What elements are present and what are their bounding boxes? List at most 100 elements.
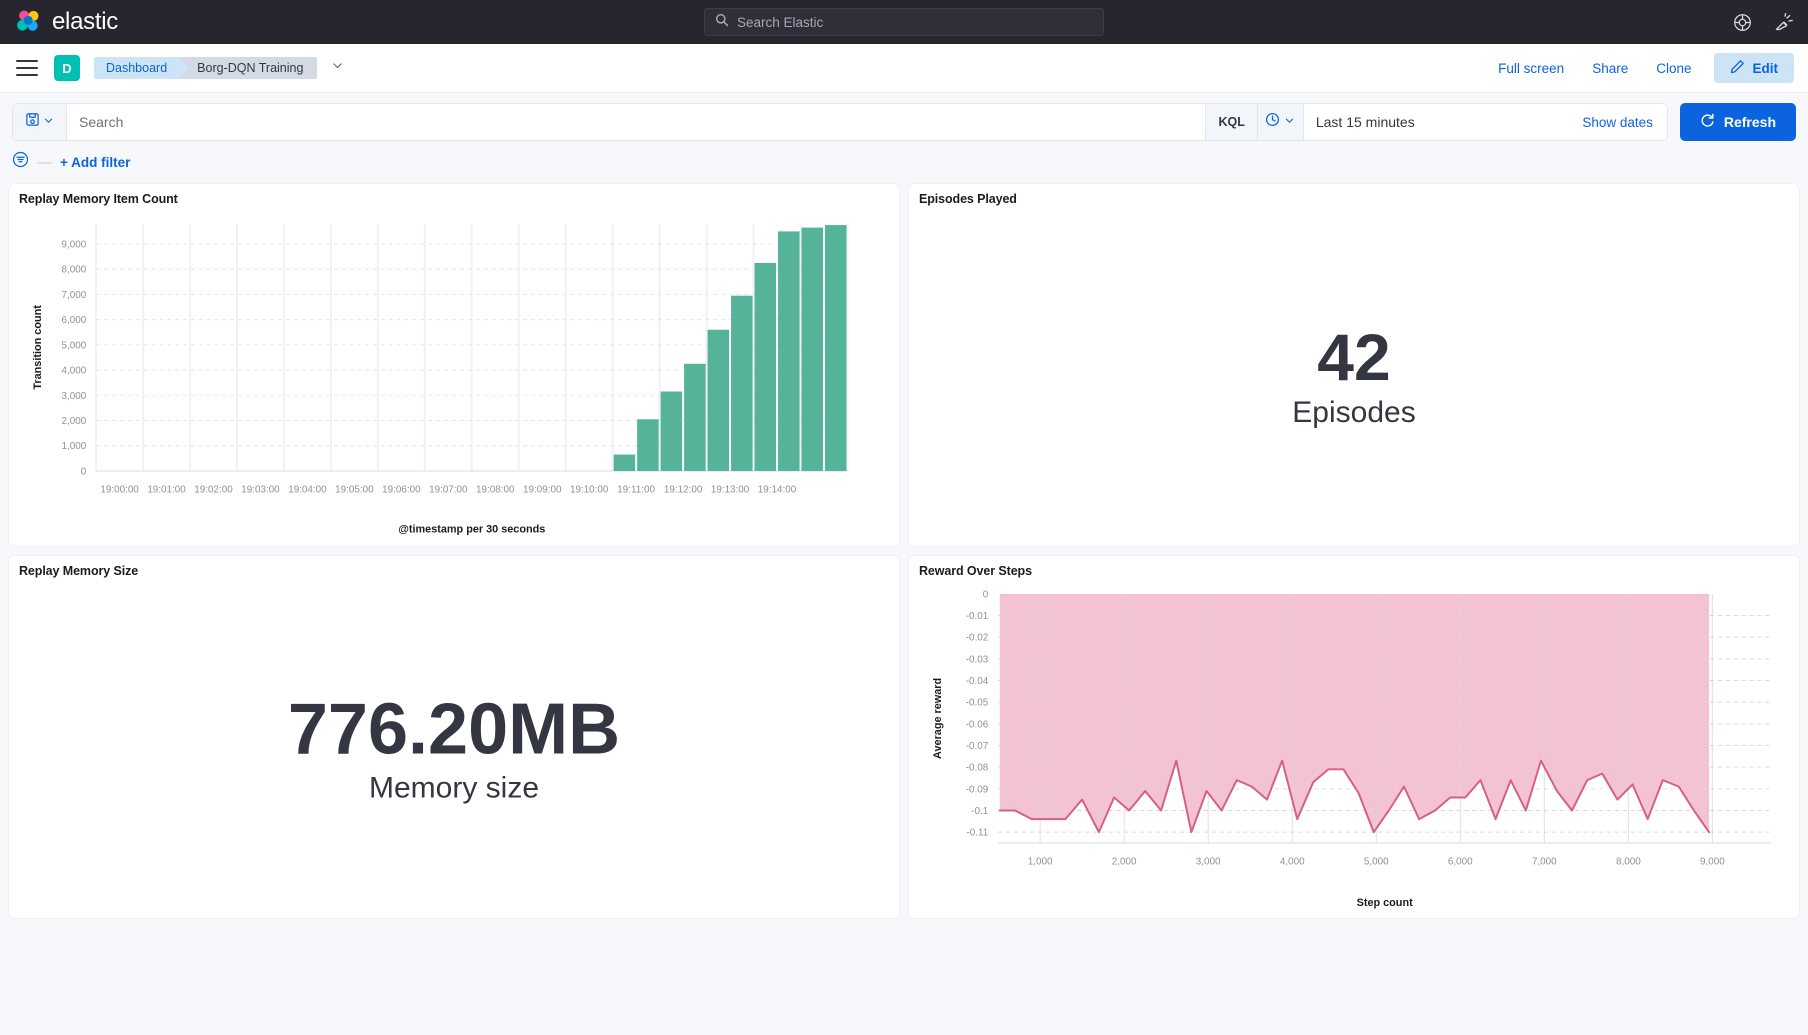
svg-text:-0.02: -0.02 — [966, 633, 989, 644]
svg-text:3,000: 3,000 — [1196, 857, 1221, 868]
clone-button[interactable]: Clone — [1642, 61, 1705, 76]
svg-text:-0.06: -0.06 — [966, 719, 989, 730]
chevron-down-icon[interactable] — [331, 59, 344, 77]
query-bar: KQL Last 15 minutes Show dates Refre — [0, 93, 1808, 141]
memory-size-metric-value: 776.20MB — [287, 689, 621, 770]
announcement-icon[interactable] — [1774, 12, 1794, 32]
svg-text:Step count: Step count — [1357, 897, 1413, 909]
svg-text:19:00:00: 19:00:00 — [100, 485, 139, 496]
memory-size-metric-label: Memory size — [368, 771, 540, 805]
breadcrumb-dashboard[interactable]: Dashboard — [94, 57, 189, 79]
svg-text:19:01:00: 19:01:00 — [147, 485, 186, 496]
svg-text:-0.05: -0.05 — [966, 698, 989, 709]
save-disk-icon — [25, 112, 40, 132]
svg-text:-0.01: -0.01 — [966, 611, 989, 622]
filter-icon[interactable] — [12, 151, 29, 173]
svg-text:-0.09: -0.09 — [966, 784, 989, 795]
panel-title: Episodes Played — [919, 192, 1017, 206]
svg-text:6,000: 6,000 — [1448, 857, 1473, 868]
svg-text:19:03:00: 19:03:00 — [241, 485, 280, 496]
svg-text:@timestamp per 30 seconds: @timestamp per 30 seconds — [398, 523, 545, 535]
query-language-badge[interactable]: KQL — [1205, 104, 1257, 140]
svg-text:-0.04: -0.04 — [966, 676, 989, 687]
global-search-input[interactable]: Search Elastic — [704, 8, 1104, 36]
svg-text:4,000: 4,000 — [62, 366, 87, 377]
svg-text:1,000: 1,000 — [62, 441, 87, 452]
brand-name-label: elastic — [52, 8, 118, 35]
elastic-brand[interactable]: elastic — [16, 8, 118, 36]
search-input[interactable] — [67, 114, 1206, 130]
panel-replay-memory-size: Replay Memory Size 776.20MB Memory size — [8, 555, 900, 919]
svg-text:-0.11: -0.11 — [966, 828, 988, 839]
search-icon — [715, 13, 729, 32]
panel-title: Replay Memory Size — [19, 564, 139, 578]
share-button[interactable]: Share — [1578, 61, 1642, 76]
date-chevron-down-icon — [1284, 113, 1295, 131]
breadcrumb-current[interactable]: Borg-DQN Training — [177, 57, 318, 79]
svg-text:19:10:00: 19:10:00 — [570, 485, 609, 496]
global-search-placeholder: Search Elastic — [737, 14, 824, 30]
panel-reward-over-steps: Reward Over Steps 0 -0.01 -0.02 -0.03 -0.04 -… — [908, 555, 1800, 919]
svg-text:5,000: 5,000 — [62, 340, 87, 351]
full-screen-button[interactable]: Full screen — [1484, 61, 1578, 76]
refresh-icon — [1700, 113, 1715, 131]
saved-query-button[interactable] — [13, 104, 67, 140]
refresh-button-label: Refresh — [1723, 114, 1776, 130]
breadcrumb-bar: D Dashboard Borg-DQN Training Full scree… — [0, 44, 1808, 93]
global-header: elastic Search Elastic — [0, 0, 1808, 44]
svg-text:19:06:00: 19:06:00 — [382, 485, 421, 496]
clock-icon — [1265, 112, 1280, 132]
dashboard-grid: Replay Memory Item Count 0 1,000 2,000 3,00… — [0, 181, 1808, 927]
edit-button-label: Edit — [1752, 60, 1779, 76]
refresh-button[interactable]: Refresh — [1679, 103, 1796, 141]
svg-text:-0.1: -0.1 — [971, 806, 989, 817]
episodes-metric-value: 42 — [1317, 320, 1391, 395]
date-range-value[interactable]: Last 15 minutes — [1304, 114, 1568, 130]
date-quick-select-button[interactable] — [1257, 104, 1304, 140]
svg-text:Transition count: Transition count — [32, 305, 44, 390]
add-filter-button[interactable]: + Add filter — [60, 155, 130, 170]
svg-text:19:12:00: 19:12:00 — [664, 485, 703, 496]
menu-toggle-button[interactable] — [16, 60, 38, 76]
svg-text:9,000: 9,000 — [62, 239, 87, 250]
svg-text:0: 0 — [983, 589, 989, 600]
svg-text:4,000: 4,000 — [1280, 857, 1305, 868]
reward-area-chart[interactable]: 0 -0.01 -0.02 -0.03 -0.04 -0.05 -0.06 -0.07 -0.0… — [919, 580, 1789, 916]
svg-text:1,000: 1,000 — [1028, 857, 1053, 868]
bar-chart[interactable]: 0 1,000 2,000 3,000 4,000 5,000 6,000 7,000 8,00… — [19, 208, 889, 544]
pencil-icon — [1730, 59, 1745, 77]
episodes-metric-label: Episodes — [1292, 396, 1416, 430]
svg-text:7,000: 7,000 — [1532, 857, 1557, 868]
svg-text:19:07:00: 19:07:00 — [429, 485, 468, 496]
panel-title: Replay Memory Item Count — [19, 192, 178, 206]
svg-text:6,000: 6,000 — [62, 315, 87, 326]
filter-bar: — + Add filter — [0, 141, 1808, 181]
svg-text:-0.08: -0.08 — [966, 763, 989, 774]
breadcrumb: Dashboard Borg-DQN Training — [94, 57, 318, 79]
svg-text:19:04:00: 19:04:00 — [288, 485, 327, 496]
svg-text:Average reward: Average reward — [932, 678, 944, 759]
svg-text:2,000: 2,000 — [62, 416, 87, 427]
panel-replay-memory-item-count: Replay Memory Item Count 0 1,000 2,000 3,00… — [8, 183, 900, 547]
svg-text:-0.03: -0.03 — [966, 654, 989, 665]
svg-text:7,000: 7,000 — [62, 290, 87, 301]
svg-text:19:13:00: 19:13:00 — [711, 485, 750, 496]
saved-query-chevron-down-icon — [43, 113, 54, 131]
svg-text:19:09:00: 19:09:00 — [523, 485, 562, 496]
svg-text:-0.07: -0.07 — [966, 741, 989, 752]
svg-text:0: 0 — [81, 466, 87, 477]
svg-text:19:08:00: 19:08:00 — [476, 485, 515, 496]
svg-text:19:11:00: 19:11:00 — [617, 485, 655, 496]
show-dates-button[interactable]: Show dates — [1568, 115, 1667, 130]
svg-text:19:02:00: 19:02:00 — [194, 485, 233, 496]
svg-text:8,000: 8,000 — [1616, 857, 1641, 868]
panel-episodes-played: Episodes Played 42 Episodes — [908, 183, 1800, 547]
svg-text:9,000: 9,000 — [1700, 857, 1725, 868]
panel-title: Reward Over Steps — [919, 564, 1032, 578]
edit-button[interactable]: Edit — [1713, 53, 1794, 83]
lifebuoy-icon[interactable] — [1733, 13, 1752, 32]
svg-text:5,000: 5,000 — [1364, 857, 1389, 868]
svg-text:3,000: 3,000 — [62, 391, 87, 402]
svg-text:2,000: 2,000 — [1112, 857, 1137, 868]
space-avatar[interactable]: D — [54, 55, 80, 81]
